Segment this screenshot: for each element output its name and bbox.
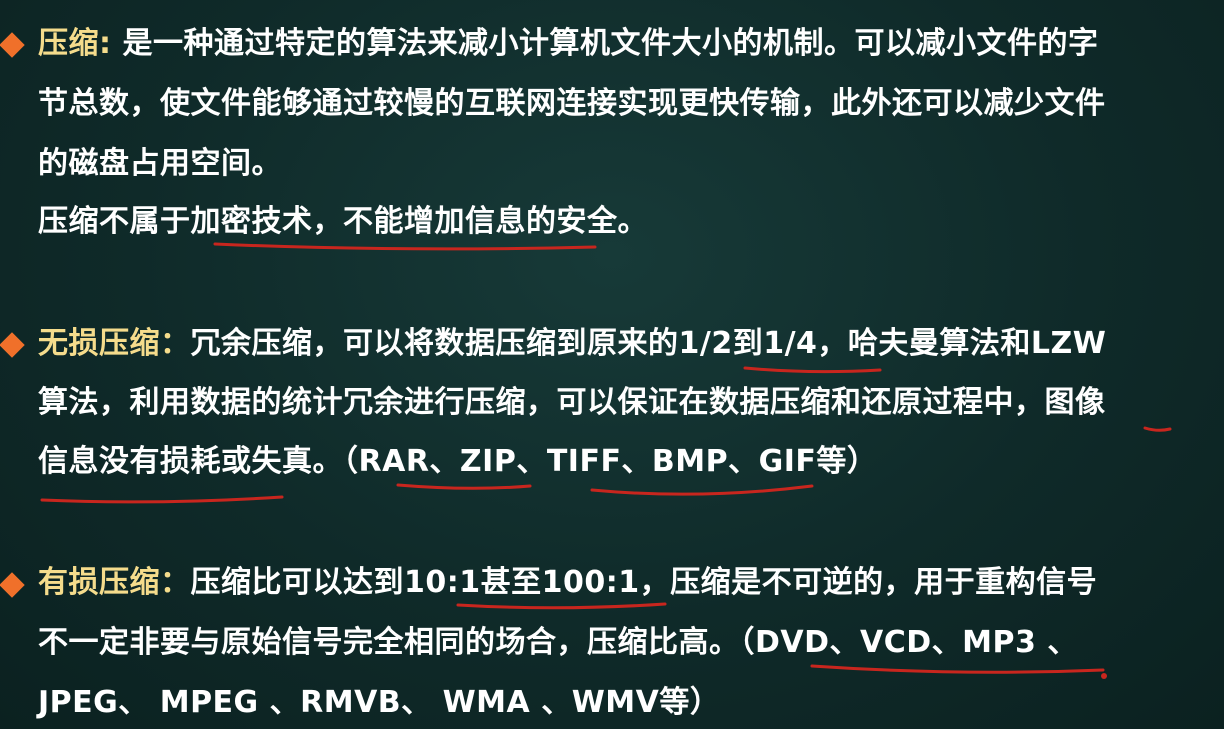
bullet-icon — [0, 32, 25, 58]
underline-formats — [810, 664, 1105, 674]
lossless-line-3: 信息没有损耗或失真。（RAR、ZIP、TIFF、BMP、GIF等） — [38, 444, 878, 479]
lossy-term: 有损压缩： — [38, 565, 191, 600]
lossy-line-2: 不一定非要与原始信号完全相同的场合，压缩比高。（DVD、VCD、MP3 、 — [38, 625, 1078, 660]
compression-term: 压缩: — [38, 26, 112, 61]
compression-text-1: 是一种通过特定的算法来减小计算机文件大小的机制。可以减小文件的字 — [111, 26, 1099, 61]
lossless-line-1: 无损压缩：冗余压缩，可以将数据压缩到原来的1/2到1/4，哈夫曼算法和LZW — [38, 326, 1106, 362]
lossy-text-1: 压缩比可以达到10:1甚至100:1，压缩是不可逆的，用于重构信号 — [190, 565, 1098, 600]
lossless-line-2: 算法，利用数据的统计冗余进行压缩，可以保证在数据压缩和还原过程中，图像 — [38, 385, 1106, 420]
compression-line-4: 压缩不属于加密技术，不能增加信息的安全。 — [38, 204, 648, 239]
underline-tiff-bmp-gif — [590, 484, 814, 496]
underline-ratio-lossless — [743, 366, 882, 374]
underline-image — [1143, 426, 1172, 432]
underline-ratio-lossy — [456, 602, 667, 610]
bullet-icon — [0, 332, 25, 358]
compression-line-2: 节总数，使文件能够通过较慢的互联网连接实现更快传输，此外还可以减少文件 — [38, 86, 1106, 121]
lossy-line-1: 有损压缩：压缩比可以达到10:1甚至100:1，压缩是不可逆的，用于重构信号 — [38, 565, 1097, 601]
lossy-line-3: JPEG、 MPEG 、RMVB、 WMA 、WMV等） — [38, 685, 721, 720]
compression-line-3: 的磁盘占用空间。 — [38, 146, 282, 181]
underline-rar-zip — [396, 483, 532, 490]
bullet-icon — [0, 572, 25, 598]
lossless-term: 无损压缩： — [38, 326, 191, 361]
underline-info-loss — [40, 495, 284, 504]
lossless-text-1: 冗余压缩，可以将数据压缩到原来的1/2到1/4，哈夫曼算法和LZW — [190, 326, 1107, 361]
compression-line-1: 压缩: 是一种通过特定的算法来减小计算机文件大小的机制。可以减小文件的字 — [38, 26, 1098, 62]
underline-encryption — [213, 242, 597, 251]
annotation-dot — [1101, 673, 1107, 679]
